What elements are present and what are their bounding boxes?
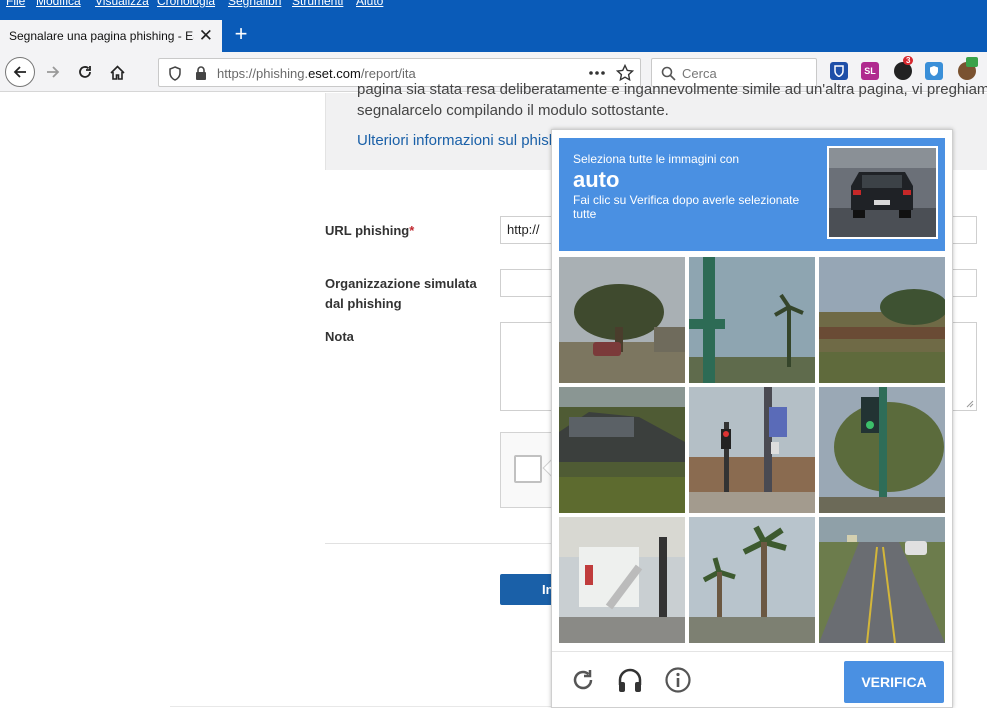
shield-extension-icon[interactable]	[925, 62, 943, 80]
tab-active[interactable]: Segnalare una pagina phishing - ESET ✕	[0, 20, 222, 52]
menu-aiuto[interactable]: Aiuto	[356, 0, 383, 8]
check-badge-icon	[966, 57, 978, 67]
shield-check-icon	[930, 66, 938, 76]
challenge-object: auto	[573, 167, 620, 192]
image-tile-5[interactable]	[689, 387, 815, 513]
page-actions-icon[interactable]	[589, 71, 605, 75]
resize-handle-icon[interactable]	[966, 400, 974, 408]
menu-segnalibri[interactable]: Segnalibri	[228, 0, 281, 8]
url-domain: eset.com	[308, 66, 361, 81]
challenge-sub-instruction: Fai clic su Verifica dopo averle selezio…	[573, 193, 800, 221]
info-text-line2: segnalarcelo compilando il modulo sottos…	[357, 102, 669, 119]
image-tile-1[interactable]	[559, 257, 685, 383]
submit-button[interactable]: Invia	[500, 574, 555, 605]
reload-challenge-icon[interactable]	[568, 665, 598, 695]
org-label-line1: Organizzazione simulata	[325, 276, 477, 291]
divider	[325, 543, 555, 544]
search-placeholder: Cerca	[682, 66, 717, 81]
url-prefix: https://phishing.	[217, 66, 309, 81]
audio-challenge-icon[interactable]	[615, 665, 645, 695]
challenge-footer: VERIFICA	[552, 651, 952, 708]
reload-button[interactable]	[70, 57, 100, 87]
challenge-sample-image	[827, 146, 938, 239]
url-path: /report/ita	[360, 66, 416, 81]
back-button[interactable]	[5, 57, 35, 87]
new-tab-button[interactable]: +	[230, 20, 252, 48]
image-tile-7[interactable]	[559, 517, 685, 643]
info-text-line1: pagina sia stata resa deliberatamente e …	[357, 81, 987, 98]
bitwarden-extension-icon[interactable]	[830, 62, 848, 80]
image-tile-2[interactable]	[689, 257, 815, 383]
org-label-line2: dal phishing	[325, 296, 402, 311]
back-arrow-icon	[13, 66, 26, 78]
info-icon[interactable]	[663, 665, 693, 695]
tab-bar: Segnalare una pagina phishing - ESET ✕ +	[0, 10, 987, 52]
url-text: https://phishing.eset.com/report/ita	[217, 66, 416, 81]
required-marker: *	[409, 223, 415, 238]
forward-button[interactable]	[38, 57, 68, 87]
lock-icon[interactable]	[195, 66, 207, 81]
bookmark-star-icon[interactable]	[616, 64, 634, 82]
sample-car-image	[829, 148, 936, 237]
url-phishing-label: URL phishing*	[325, 221, 414, 241]
tab-title: Segnalare una pagina phishing - ESET	[9, 29, 194, 43]
notification-extension-icon[interactable]: 3	[894, 56, 914, 80]
url-phishing-label-text: URL phishing	[325, 223, 410, 238]
image-tile-6[interactable]	[819, 387, 945, 513]
challenge-instruction: Seleziona tutte le immagini con	[573, 152, 740, 166]
menu-cronologia[interactable]: Cronologia	[157, 0, 215, 8]
menu-file[interactable]: File	[6, 0, 25, 8]
menu-modifica[interactable]: Modifica	[36, 0, 81, 8]
forward-arrow-icon	[47, 66, 60, 78]
search-icon	[661, 66, 676, 81]
bitwarden-shield-icon	[834, 65, 844, 77]
note-label: Nota	[325, 329, 354, 344]
reload-icon	[79, 66, 91, 78]
recaptcha-challenge: Seleziona tutte le immagini con auto Fai…	[551, 129, 953, 708]
menu-strumenti[interactable]: Strumenti	[292, 0, 343, 8]
recaptcha-checkbox[interactable]	[514, 455, 542, 483]
menu-visualizza[interactable]: Visualizza	[95, 0, 149, 8]
profile-extension-icon[interactable]	[958, 57, 978, 80]
extension-badge: 3	[903, 56, 914, 65]
image-tile-8[interactable]	[689, 517, 815, 643]
sl-extension-icon[interactable]: SL	[861, 62, 879, 80]
image-tile-3[interactable]	[819, 257, 945, 383]
home-icon	[109, 64, 125, 80]
shield-icon[interactable]	[168, 66, 182, 81]
image-tile-9[interactable]	[819, 517, 945, 643]
bottom-divider	[170, 706, 555, 707]
url-phishing-value: http://	[507, 222, 540, 237]
image-grid	[559, 257, 945, 643]
info-link[interactable]: Ulteriori informazioni sul phishing	[357, 132, 577, 149]
verify-button[interactable]: VERIFICA	[844, 661, 944, 703]
image-tile-4[interactable]	[559, 387, 685, 513]
org-label: Organizzazione simulata dal phishing	[325, 274, 477, 314]
menu-bar: File Modifica Visualizza Cronologia Segn…	[0, 0, 987, 10]
tab-close-icon[interactable]: ✕	[199, 26, 213, 46]
home-button[interactable]	[102, 57, 132, 87]
challenge-header: Seleziona tutte le immagini con auto Fai…	[559, 138, 945, 251]
